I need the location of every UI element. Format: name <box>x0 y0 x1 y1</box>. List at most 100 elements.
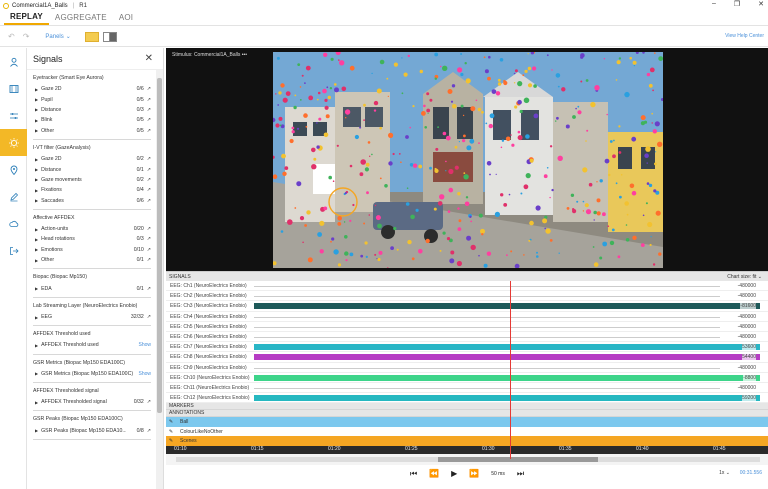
timeline-ruler[interactable]: 01:10 01:15 01:20 01:25 01:30 01:35 01:40 01:45 <box>166 445 768 454</box>
expand-caret-icon[interactable]: ▶ <box>35 258 38 263</box>
signal-row[interactable]: ▶ EDA 0/1 ↗ <box>33 283 151 293</box>
expand-caret-icon[interactable]: ▶ <box>35 157 38 162</box>
annotation-row[interactable]: ✎ ColourLikeNoOther <box>166 426 768 437</box>
signal-track[interactable]: EEG: Ch9 (NeuroElectrics Enobio) -480000 <box>166 363 768 373</box>
expand-caret-icon[interactable]: ▶ <box>35 247 38 252</box>
scrub-window[interactable] <box>438 456 598 462</box>
open-external-icon[interactable]: ↗ <box>147 247 151 253</box>
open-external-icon[interactable]: ↗ <box>147 97 151 103</box>
stimulus-video[interactable] <box>273 52 663 268</box>
signal-row[interactable]: ▶ Gaze 2D 0/6 ↗ <box>33 84 151 94</box>
expand-caret-icon[interactable]: ▶ <box>35 286 38 291</box>
signal-track[interactable]: EEG: Ch12 (NeuroElectrics Enobio) 59200 <box>166 393 768 404</box>
redo-icon[interactable]: ↷ <box>23 32 30 41</box>
show-toggle[interactable]: Show <box>138 371 151 377</box>
skip-back-icon[interactable]: ⏮ <box>410 469 417 479</box>
expand-caret-icon[interactable]: ▶ <box>35 315 38 320</box>
signal-row[interactable]: ▶ Emotions 0/10 ↗ <box>33 245 151 255</box>
open-external-icon[interactable]: ↗ <box>147 226 151 232</box>
signal-row[interactable]: ▶ Action-units 0/20 ↗ <box>33 224 151 234</box>
signal-row[interactable]: ▶ GSR Metrics (Biopac Mp150 EDA100C) Show <box>33 369 151 379</box>
expand-caret-icon[interactable]: ▶ <box>35 400 38 405</box>
location-icon[interactable] <box>0 156 27 183</box>
tab-aoi[interactable]: AOI <box>113 13 139 25</box>
open-external-icon[interactable]: ↗ <box>147 107 151 113</box>
open-external-icon[interactable]: ↗ <box>147 286 151 292</box>
signal-track[interactable]: EEG: Ch5 (NeuroElectrics Enobio) -480000 <box>166 322 768 332</box>
open-external-icon[interactable]: ↗ <box>147 177 151 183</box>
signal-row[interactable]: ▶ AFFDEX Thresholded signal 0/32 ↗ <box>33 397 151 407</box>
signal-row[interactable]: ▶ Other 0/1 ↗ <box>33 255 151 265</box>
panels-dropdown[interactable]: Panels ⌄ <box>45 33 70 41</box>
chart-size-dropdown[interactable]: Chart size: fit ⌄ <box>727 274 762 280</box>
expand-caret-icon[interactable]: ▶ <box>35 428 38 433</box>
play-icon[interactable]: ▶ <box>451 469 457 478</box>
signal-track[interactable]: EEG: Ch11 (NeuroElectrics Enobio) -480000 <box>166 383 768 394</box>
open-external-icon[interactable]: ↗ <box>147 198 151 204</box>
sliders-icon[interactable] <box>0 102 27 129</box>
signal-track[interactable]: EEG: Ch2 (NeuroElectrics Enobio) -480000 <box>166 291 768 302</box>
signal-row[interactable]: ▶ GSR Peaks (Biopac Mp150 EDA10... 0/8 ↗ <box>33 425 151 435</box>
cloud-icon[interactable] <box>0 210 27 237</box>
signal-row[interactable]: ▶ AFFDEX Threshold used Show <box>33 340 151 350</box>
signal-track[interactable]: EEG: Ch10 (NeuroElectrics Enobio) -8800 <box>166 373 768 383</box>
user-icon[interactable] <box>0 48 27 75</box>
expand-caret-icon[interactable]: ▶ <box>35 227 38 232</box>
signal-row[interactable]: ▶ Distance 0/1 ↗ <box>33 164 151 174</box>
minimize-button[interactable]: – <box>712 0 716 8</box>
expand-caret-icon[interactable]: ▶ <box>35 118 38 123</box>
signal-track[interactable]: EEG: Ch6 (NeuroElectrics Enobio) -480000 <box>166 332 768 343</box>
signal-row[interactable]: ▶ Blink 0/5 ↗ <box>33 115 151 125</box>
expand-caret-icon[interactable]: ▶ <box>35 237 38 242</box>
playhead-cursor[interactable] <box>510 281 511 459</box>
close-icon[interactable]: ✕ <box>145 53 153 64</box>
tab-aggregate[interactable]: AGGREGATE <box>49 13 113 25</box>
signal-row[interactable]: ▶ Gaze 2D 0/2 ↗ <box>33 154 151 164</box>
open-external-icon[interactable]: ↗ <box>147 428 151 434</box>
expand-caret-icon[interactable]: ▶ <box>35 177 38 182</box>
restore-button[interactable]: ❐ <box>734 0 740 8</box>
signal-row[interactable]: ▶ Fixations 0/4 ↗ <box>33 185 151 195</box>
open-external-icon[interactable]: ↗ <box>147 257 151 263</box>
layout-split-button[interactable] <box>102 31 117 42</box>
signal-track[interactable]: EEG: Ch8 (NeuroElectrics Enobio) 54400 <box>166 352 768 363</box>
open-external-icon[interactable]: ↗ <box>147 399 151 405</box>
expand-caret-icon[interactable]: ▶ <box>35 87 38 92</box>
open-external-icon[interactable]: ↗ <box>147 86 151 92</box>
step-forward-icon[interactable]: ⏩ <box>469 469 479 478</box>
close-window-button[interactable]: ✕ <box>758 0 764 8</box>
signal-row[interactable]: ▶ Saccades 0/6 ↗ <box>33 196 151 206</box>
annotation-edit-icon[interactable]: ✎ <box>166 438 176 444</box>
open-external-icon[interactable]: ↗ <box>147 187 151 193</box>
signal-track[interactable]: EEG: Ch1 (NeuroElectrics Enobio) -480000 <box>166 281 768 292</box>
film-icon[interactable] <box>0 75 27 102</box>
expand-caret-icon[interactable]: ▶ <box>35 371 38 376</box>
open-external-icon[interactable]: ↗ <box>147 314 151 320</box>
layout-single-button[interactable] <box>84 31 99 42</box>
expand-caret-icon[interactable]: ▶ <box>35 198 38 203</box>
expand-caret-icon[interactable]: ▶ <box>35 188 38 193</box>
scrollbar-thumb[interactable] <box>157 78 162 413</box>
signals-icon[interactable] <box>0 129 27 156</box>
step-back-icon[interactable]: ⏪ <box>429 469 439 478</box>
open-external-icon[interactable]: ↗ <box>147 236 151 242</box>
signal-track[interactable]: EEG: Ch4 (NeuroElectrics Enobio) -480000 <box>166 312 768 322</box>
signal-row[interactable]: ▶ Pupil 0/5 ↗ <box>33 94 151 104</box>
panel-scrollbar[interactable] <box>156 70 163 489</box>
open-external-icon[interactable]: ↗ <box>147 128 151 134</box>
signal-row[interactable]: ▶ Head rotations 0/3 ↗ <box>33 234 151 244</box>
edit-icon[interactable] <box>0 183 27 210</box>
open-external-icon[interactable]: ↗ <box>147 167 151 173</box>
signal-row[interactable]: ▶ Other 0/5 ↗ <box>33 126 151 136</box>
signal-track[interactable]: EEG: Ch7 (NeuroElectrics Enobio) 53600 <box>166 342 768 353</box>
signal-track[interactable]: EEG: Ch3 (NeuroElectrics Enobio) -81600 <box>166 301 768 312</box>
expand-caret-icon[interactable]: ▶ <box>35 167 38 172</box>
open-external-icon[interactable]: ↗ <box>147 117 151 123</box>
skip-forward-icon[interactable]: ⏭ <box>517 469 524 479</box>
timeline-scrubber[interactable] <box>166 453 768 465</box>
signal-row[interactable]: ▶ EEG 32/32 ↗ <box>33 312 151 322</box>
expand-caret-icon[interactable]: ▶ <box>35 97 38 102</box>
signal-row[interactable]: ▶ Gaze movements 0/2 ↗ <box>33 175 151 185</box>
annotation-row[interactable]: ✎ Scenes <box>166 436 768 446</box>
undo-icon[interactable]: ↶ <box>8 32 15 41</box>
